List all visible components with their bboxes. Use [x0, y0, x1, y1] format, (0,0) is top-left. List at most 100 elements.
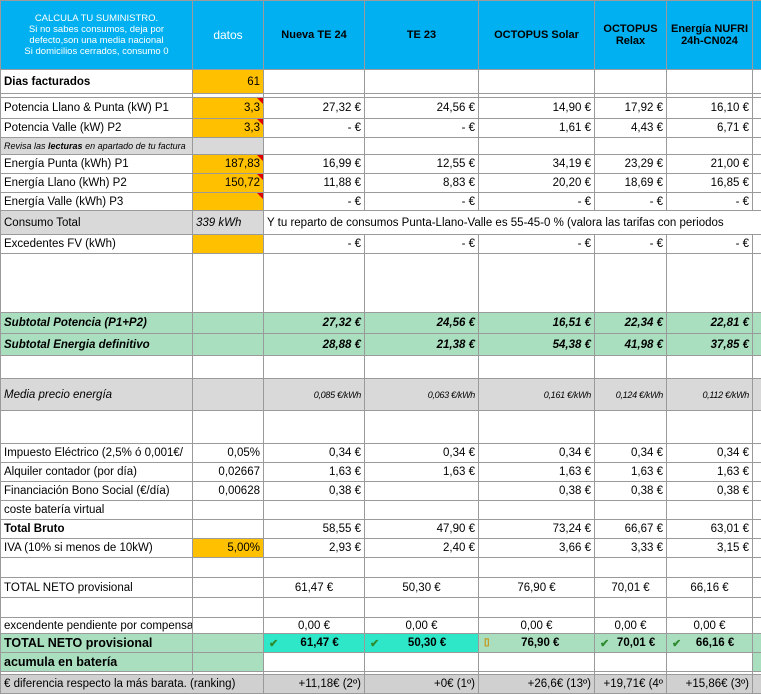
price-cell[interactable]: 8,83 € [365, 174, 479, 193]
price-cell[interactable]: 20,20 € [479, 174, 595, 193]
input-cell[interactable]: 61 [193, 70, 264, 94]
price-cell[interactable]: 17,92 € [595, 98, 667, 119]
price-cell[interactable]: 27,32 € [264, 98, 365, 119]
price-cell[interactable]: 23,29 € [595, 155, 667, 174]
total-cell[interactable]: ✔61,47 € [264, 634, 365, 653]
provider-header[interactable]: Energía NUFRI 24h-CN024 [667, 1, 753, 70]
provider-header[interactable]: Nueva TE 24 [264, 1, 365, 70]
total-cell[interactable]: ▯76,90 € [479, 634, 595, 653]
price-cell[interactable]: 0,00 € [595, 618, 667, 634]
price-cell[interactable]: 0,00 € [667, 618, 753, 634]
price-cell[interactable]: - € [365, 119, 479, 138]
total-cell[interactable]: ✔50,30 € [365, 634, 479, 653]
price-cell[interactable]: 34,19 € [479, 155, 595, 174]
price-cell[interactable]: 58,55 € [264, 520, 365, 539]
provider-header[interactable]: OCTOPUS Solar [479, 1, 595, 70]
price-cell[interactable]: 0,085 €/kWh [264, 379, 365, 411]
price-cell[interactable]: - € [667, 235, 753, 254]
price-cell[interactable]: 0,38 € [264, 482, 365, 501]
price-cell[interactable]: 11,88 € [264, 174, 365, 193]
price-cell[interactable]: 16,51 € [479, 313, 595, 334]
price-cell[interactable]: 0,112 €/kWh [667, 379, 753, 411]
price-cell[interactable]: 21,00 € [667, 155, 753, 174]
price-cell[interactable]: 16,99 € [264, 155, 365, 174]
input-cell[interactable]: 5,00% [193, 539, 264, 558]
price-cell[interactable]: - € [264, 193, 365, 211]
price-cell[interactable]: 66,67 € [595, 520, 667, 539]
price-cell[interactable]: - € [479, 235, 595, 254]
input-cell[interactable]: 3,3 [193, 119, 264, 138]
price-cell[interactable]: 3,15 € [667, 539, 753, 558]
price-cell[interactable]: 63,01 € [667, 520, 753, 539]
price-cell[interactable]: 3,66 € [479, 539, 595, 558]
param-cell[interactable]: 0,02667 [193, 463, 264, 482]
price-cell[interactable]: 70,01 € [595, 578, 667, 598]
price-cell[interactable]: 2,40 € [365, 539, 479, 558]
price-cell[interactable]: - € [479, 193, 595, 211]
price-cell[interactable]: 41,98 € [595, 334, 667, 356]
input-cell[interactable]: 187,83 [193, 155, 264, 174]
price-cell[interactable]: 3,33 € [595, 539, 667, 558]
price-cell[interactable]: 21,38 € [365, 334, 479, 356]
price-cell[interactable]: - € [264, 235, 365, 254]
price-cell[interactable]: 0,38 € [667, 482, 753, 501]
price-cell[interactable]: 0,34 € [365, 444, 479, 463]
ranking-cell[interactable]: +0€ (1º) [365, 675, 479, 694]
ranking-cell[interactable]: +11,18€ (2º) [264, 675, 365, 694]
provider-header[interactable]: OCTOPUS Relax [595, 1, 667, 70]
price-cell[interactable]: 2,93 € [264, 539, 365, 558]
price-cell[interactable]: 1,61 € [479, 119, 595, 138]
price-cell[interactable]: 1,63 € [667, 463, 753, 482]
price-cell[interactable]: - € [264, 119, 365, 138]
price-cell[interactable]: 47,90 € [365, 520, 479, 539]
price-cell[interactable]: - € [365, 193, 479, 211]
price-cell[interactable]: 18,69 € [595, 174, 667, 193]
price-cell[interactable]: - € [365, 235, 479, 254]
price-cell[interactable]: 16,10 € [667, 98, 753, 119]
price-cell[interactable]: 1,63 € [595, 463, 667, 482]
price-cell[interactable]: 0,00 € [365, 618, 479, 634]
price-cell[interactable]: 50,30 € [365, 578, 479, 598]
price-cell[interactable]: 27,32 € [264, 313, 365, 334]
price-cell[interactable]: 0,00 € [479, 618, 595, 634]
param-cell[interactable]: 0,00628 [193, 482, 264, 501]
price-cell[interactable]: 0,34 € [479, 444, 595, 463]
price-cell[interactable]: 0,063 €/kWh [365, 379, 479, 411]
price-cell[interactable]: 12,55 € [365, 155, 479, 174]
price-cell[interactable]: 66,16 € [667, 578, 753, 598]
price-cell[interactable]: 0,34 € [264, 444, 365, 463]
price-cell[interactable]: 0,34 € [667, 444, 753, 463]
price-cell[interactable]: 0,38 € [479, 482, 595, 501]
param-cell[interactable]: 0,05% [193, 444, 264, 463]
input-cell[interactable] [193, 193, 264, 211]
price-cell[interactable]: 16,85 € [667, 174, 753, 193]
price-cell[interactable]: 76,90 € [479, 578, 595, 598]
input-cell[interactable]: 150,72 [193, 174, 264, 193]
price-cell[interactable]: 24,56 € [365, 98, 479, 119]
input-cell[interactable] [193, 235, 264, 254]
price-cell[interactable]: 24,56 € [365, 313, 479, 334]
price-cell[interactable]: 73,24 € [479, 520, 595, 539]
input-cell[interactable]: 3,3 [193, 98, 264, 119]
price-cell[interactable]: 0,34 € [595, 444, 667, 463]
price-cell[interactable]: 6,71 € [667, 119, 753, 138]
price-cell[interactable]: - € [667, 193, 753, 211]
price-cell[interactable]: 0,124 €/kWh [595, 379, 667, 411]
ranking-cell[interactable]: +19,71€ (4º [595, 675, 667, 694]
price-cell[interactable]: 22,81 € [667, 313, 753, 334]
price-cell[interactable] [365, 482, 479, 501]
total-cell[interactable]: ✔66,16 € [667, 634, 753, 653]
ranking-cell[interactable]: +15,86€ (3º) [667, 675, 753, 694]
price-cell[interactable]: - € [595, 235, 667, 254]
datos-header[interactable]: datos [193, 1, 264, 70]
price-cell[interactable]: - € [595, 193, 667, 211]
price-cell[interactable]: 28,88 € [264, 334, 365, 356]
total-cell[interactable]: ✔70,01 € [595, 634, 667, 653]
price-cell[interactable]: 1,63 € [365, 463, 479, 482]
price-cell[interactable]: 61,47 € [264, 578, 365, 598]
price-cell[interactable]: 22,34 € [595, 313, 667, 334]
price-cell[interactable]: 37,85 € [667, 334, 753, 356]
price-cell[interactable]: 54,38 € [479, 334, 595, 356]
price-cell[interactable]: 0,161 €/kWh [479, 379, 595, 411]
price-cell[interactable]: 1,63 € [264, 463, 365, 482]
